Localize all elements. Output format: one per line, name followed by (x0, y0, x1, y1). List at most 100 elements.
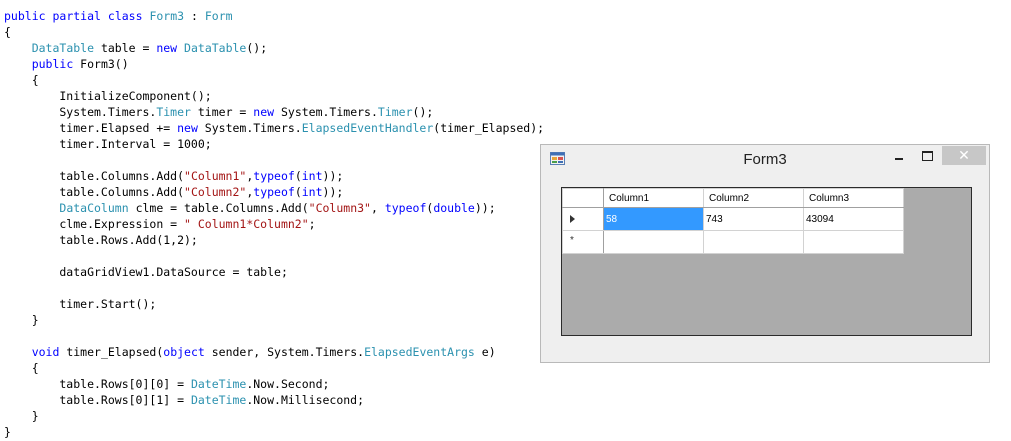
grid-cell[interactable] (803, 230, 904, 254)
code-token-plain: : (184, 9, 205, 23)
code-token-kw: void (31, 345, 60, 359)
code-line: } (4, 408, 544, 424)
form3-window[interactable]: Form3 ✕ Column1 Column2 Column3 58 743 4… (540, 144, 990, 363)
maximize-icon (921, 150, 933, 161)
code-token-plain: } (4, 313, 39, 327)
code-token-kw: class (107, 9, 143, 23)
code-token-type: ElapsedEventArgs (364, 345, 475, 359)
code-token-str: "Column1" (184, 169, 247, 183)
code-token-plain: sender, System.Timers. (204, 345, 365, 359)
code-token-plain: ( (294, 185, 302, 199)
code-token-kw: typeof (253, 185, 295, 199)
code-editor[interactable]: public partial class Form3 : Form{ DataT… (4, 8, 544, 440)
grid-cell[interactable] (603, 230, 704, 254)
code-token-plain: (timer_Elapsed); (433, 121, 545, 135)
code-token-str: "Column3" (308, 201, 371, 215)
code-token-plain: System.Timers. (4, 105, 157, 119)
grid-cell[interactable]: 43094 (803, 207, 904, 231)
code-token-plain: .Now.Millisecond; (246, 393, 365, 407)
grid-cell[interactable] (703, 230, 804, 254)
code-token-plain: , (370, 201, 385, 215)
code-line: timer.Interval = 1000; (4, 136, 544, 152)
grid-cell[interactable]: 743 (703, 207, 804, 231)
code-token-type: ElapsedEventHandler (301, 121, 434, 135)
code-token-plain: )); (474, 201, 496, 215)
code-line: table.Rows.Add(1,2); (4, 232, 544, 248)
code-line: System.Timers.Timer timer = new System.T… (4, 104, 544, 120)
code-token-plain: table.Columns.Add( (4, 169, 185, 183)
maximize-button[interactable] (919, 146, 935, 165)
code-token-kw: public (4, 9, 46, 23)
code-token-kw: new (253, 105, 275, 119)
column-header-column1[interactable]: Column1 (603, 188, 704, 208)
grid-header-row: Column1 Column2 Column3 (562, 188, 904, 208)
code-line: public Form3() (4, 56, 544, 72)
grid-new-row[interactable]: * (562, 230, 904, 254)
title-bar[interactable]: Form3 ✕ (541, 145, 989, 174)
close-button[interactable]: ✕ (942, 146, 986, 165)
code-line: clme.Expression = " Column1*Column2"; (4, 216, 544, 232)
code-token-type: DataColumn (59, 201, 129, 215)
data-grid-view[interactable]: Column1 Column2 Column3 58 743 43094 * (561, 187, 972, 336)
code-token-type: DateTime (190, 377, 247, 391)
code-token-plain: { (4, 361, 39, 375)
grid-table: Column1 Column2 Column3 58 743 43094 * (562, 188, 904, 254)
code-token-plain: timer.Start(); (4, 297, 157, 311)
code-line: public partial class Form3 : Form (4, 8, 544, 24)
code-line: DataColumn clme = table.Columns.Add("Col… (4, 200, 544, 216)
code-token-str: "Column2" (184, 185, 247, 199)
close-icon: ✕ (958, 147, 970, 163)
new-row-star-icon: * (570, 235, 574, 246)
grid-corner-header[interactable] (562, 188, 604, 208)
code-token-plain: table.Rows[0][1] = (4, 393, 191, 407)
minimize-button[interactable] (891, 146, 907, 165)
code-token-kw: double (433, 201, 475, 215)
code-token-plain: .Now.Second; (246, 377, 330, 391)
code-token-kw: partial (52, 9, 101, 23)
code-token-plain: )); (322, 185, 344, 199)
code-line: } (4, 424, 544, 440)
grid-cell-selected[interactable]: 58 (603, 207, 704, 231)
code-token-plain: { (4, 25, 11, 39)
code-token-type: DateTime (190, 393, 247, 407)
current-row-arrow-icon (570, 215, 575, 223)
column-header-column3[interactable]: Column3 (803, 188, 904, 208)
grid-row[interactable]: 58 743 43094 (562, 207, 904, 231)
code-token-plain: } (4, 409, 39, 423)
code-token-plain: Form3() (73, 57, 129, 71)
code-token-kw: int (301, 169, 323, 183)
minimize-icon (895, 157, 903, 160)
code-token-type: DataTable (31, 41, 95, 55)
code-token-kw: new (156, 41, 178, 55)
code-token-type: Timer (377, 105, 413, 119)
code-token-plain: table.Rows[0][0] = (4, 377, 191, 391)
code-token-plain: (); (246, 41, 268, 55)
code-token-type: DataTable (184, 41, 247, 55)
code-token-type: Form (204, 9, 233, 23)
code-token-plain: e) (474, 345, 496, 359)
code-token-plain: )); (322, 169, 344, 183)
code-token-plain: (); (412, 105, 434, 119)
row-header[interactable]: * (562, 230, 604, 254)
code-token-type: Form3 (149, 9, 185, 23)
column-header-column2[interactable]: Column2 (703, 188, 804, 208)
code-token-plain: dataGridView1.DataSource = table; (4, 265, 288, 279)
code-token-plain: timer.Elapsed += (4, 121, 178, 135)
code-line: table.Columns.Add("Column2",typeof(int))… (4, 184, 544, 200)
code-token-kw: typeof (384, 201, 427, 215)
code-token-plain: clme = table.Columns.Add( (128, 201, 309, 215)
code-token-plain: { (4, 73, 39, 87)
code-token-type: Timer (156, 105, 191, 119)
code-token-plain: table.Columns.Add( (4, 185, 185, 199)
code-token-plain: timer_Elapsed( (59, 345, 164, 359)
code-token-plain: System.Timers. (197, 121, 302, 135)
row-header[interactable] (562, 207, 604, 231)
